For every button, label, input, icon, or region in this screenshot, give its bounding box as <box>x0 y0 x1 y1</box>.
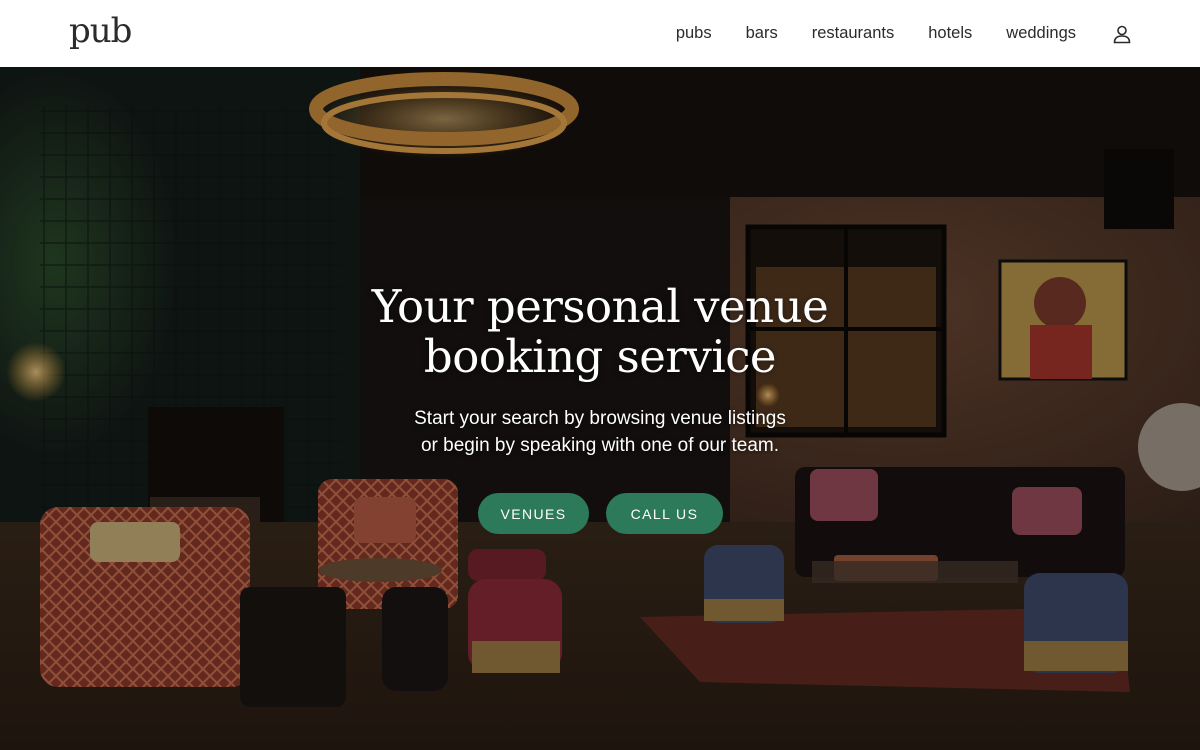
hero-subtitle: Start your search by browsing venue list… <box>340 405 860 459</box>
hero-subtitle-line-2: or begin by speaking with one of our tea… <box>420 435 780 456</box>
hero-title-line-2: booking service <box>423 330 777 383</box>
hero-section: Your personal venue booking service Star… <box>0 67 1200 750</box>
nav-link-restaurants[interactable]: restaurants <box>812 24 895 43</box>
nav-link-hotels[interactable]: hotels <box>928 24 972 43</box>
main-nav: pubs bars restaurants hotels weddings <box>676 24 1132 44</box>
hero-subtitle-line-1: Start your search by browsing venue list… <box>414 408 786 429</box>
hero-title-line-1: Your personal venue <box>371 280 829 333</box>
site-logo[interactable]: pub <box>69 14 132 48</box>
call-us-button[interactable]: CALL US <box>606 493 723 534</box>
nav-link-weddings[interactable]: weddings <box>1006 24 1076 43</box>
nav-link-pubs[interactable]: pubs <box>676 24 712 43</box>
nav-link-bars[interactable]: bars <box>746 24 778 43</box>
site-header: pub pubs bars restaurants hotels wedding… <box>0 0 1200 67</box>
venues-button[interactable]: VENUES <box>478 493 589 534</box>
hero-title: Your personal venue booking service <box>300 282 900 382</box>
user-icon[interactable] <box>1112 24 1132 44</box>
